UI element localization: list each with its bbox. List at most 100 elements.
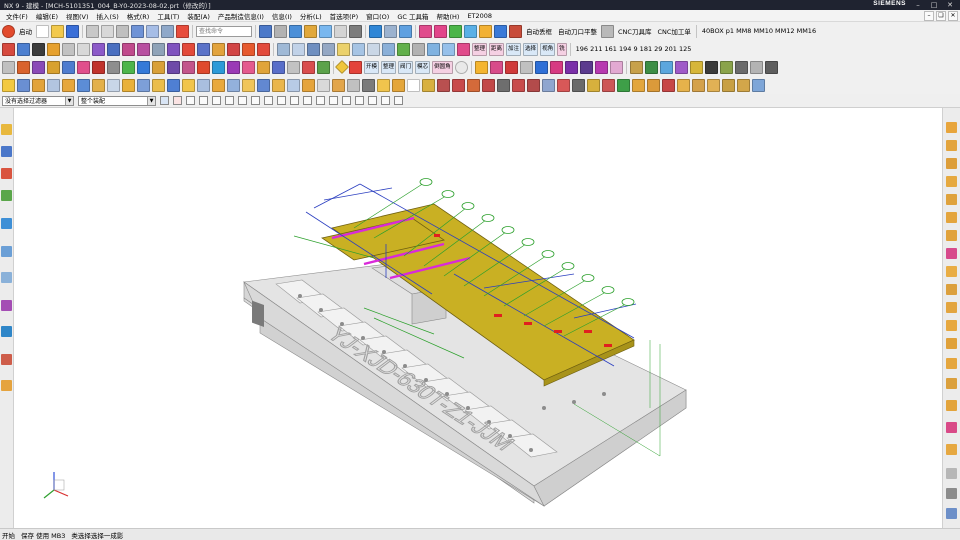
view-cube-14-icon[interactable] <box>946 358 957 369</box>
curve-33-icon[interactable] <box>497 78 510 92</box>
curve-7-icon[interactable] <box>92 78 105 92</box>
palette-8-icon[interactable] <box>122 60 135 74</box>
curve-34-icon[interactable] <box>512 78 525 92</box>
curve-27-icon[interactable] <box>392 78 405 92</box>
balloon[interactable] <box>441 190 455 198</box>
palette-14-icon[interactable] <box>212 60 225 74</box>
selection-scope-dropdown[interactable]: 整个装配 ▼ <box>78 95 156 106</box>
tool-i-icon[interactable] <box>749 60 763 74</box>
tag-label-4-button[interactable]: 选择 <box>523 42 539 56</box>
mold-tool-3-icon[interactable] <box>449 24 462 38</box>
curve-29-icon[interactable] <box>437 78 450 92</box>
tag-label-1-button[interactable]: 整理 <box>472 42 488 56</box>
curve-31-icon[interactable] <box>467 78 480 92</box>
balloon[interactable] <box>601 286 615 294</box>
palette-13-icon[interactable] <box>197 60 210 74</box>
menu-item-et2008[interactable]: ET2008 <box>463 12 496 20</box>
menu-item-gc-toolkit[interactable]: GC 工具箱 <box>393 11 432 21</box>
pocket-icon[interactable] <box>32 42 45 56</box>
go-icon[interactable] <box>242 42 255 56</box>
history-icon[interactable] <box>1 272 12 283</box>
snap-point-icon[interactable] <box>355 96 364 105</box>
assembly-navigator-icon[interactable] <box>1 124 12 135</box>
palette-5-icon[interactable] <box>77 60 90 74</box>
view-cube-15-icon[interactable] <box>946 378 957 389</box>
reuse-library-icon[interactable] <box>1 190 12 201</box>
chinese-tool-6-icon[interactable] <box>197 42 210 56</box>
face-rule-icon[interactable] <box>199 96 208 105</box>
curve-39-icon[interactable] <box>587 78 600 92</box>
tag-3-label-1-button[interactable]: 开模 <box>364 60 380 74</box>
chinese-tool-8-icon[interactable] <box>227 42 240 56</box>
snap-endpoint-icon[interactable] <box>212 96 221 105</box>
snap-bound-icon[interactable] <box>329 96 338 105</box>
system-scenes-icon[interactable] <box>1 380 12 391</box>
gear-icon[interactable] <box>152 42 165 56</box>
snap-center-icon[interactable] <box>238 96 247 105</box>
curve-5-icon[interactable] <box>62 78 75 92</box>
chinese-tool-1-icon[interactable] <box>92 42 105 56</box>
display-icon[interactable] <box>319 24 332 38</box>
palette-20-icon[interactable] <box>302 60 315 74</box>
curve-8-icon[interactable] <box>107 78 120 92</box>
minimize-icon[interactable]: – <box>910 0 926 10</box>
chinese-tool-2-icon[interactable] <box>107 42 120 56</box>
selection-icon[interactable] <box>334 24 347 38</box>
text-tool-icon[interactable] <box>337 42 350 56</box>
curve-6-icon[interactable] <box>77 78 90 92</box>
curve-42-icon[interactable] <box>632 78 645 92</box>
tool-b-icon[interactable] <box>644 60 658 74</box>
view-iso-icon[interactable] <box>307 42 320 56</box>
menu-item-preferences[interactable]: 首选项(P) <box>326 11 363 21</box>
off-icon[interactable] <box>182 42 195 56</box>
text-a-icon[interactable] <box>407 78 420 92</box>
curve-1-icon[interactable] <box>2 78 15 92</box>
select-all-icon[interactable] <box>160 96 169 105</box>
curve-47-icon[interactable] <box>707 78 720 92</box>
snap-arc-icon[interactable] <box>381 96 390 105</box>
tag-3-label-2-button[interactable]: 整理 <box>381 60 397 74</box>
menu-item-tools[interactable]: 工具(T) <box>153 11 183 21</box>
balloon[interactable] <box>581 274 595 282</box>
snap-quadrant-icon[interactable] <box>264 96 273 105</box>
paste-icon[interactable] <box>116 24 129 38</box>
diamond-warning-icon[interactable] <box>334 59 350 75</box>
web-browser-icon[interactable] <box>1 246 12 257</box>
cnc-tool-library-button[interactable]: CNC刀具库 <box>616 26 653 36</box>
color-6-icon[interactable] <box>549 60 563 74</box>
palette-21-icon[interactable] <box>317 60 330 74</box>
color-1-icon[interactable] <box>474 60 488 74</box>
doc-close-icon[interactable]: ✕ <box>948 10 958 21</box>
curve-2-icon[interactable] <box>17 78 30 92</box>
view-cube-18-icon[interactable] <box>946 444 957 455</box>
curve-40-icon[interactable] <box>602 78 615 92</box>
menu-item-window[interactable]: 窗口(O) <box>362 11 393 21</box>
redo-icon[interactable] <box>146 24 159 38</box>
balloon[interactable] <box>419 178 433 186</box>
pad-icon[interactable] <box>62 42 75 56</box>
curve-14-icon[interactable] <box>197 78 210 92</box>
tag-3-label-3-button[interactable]: 阀门 <box>398 60 414 74</box>
snap-tangent-icon[interactable] <box>277 96 286 105</box>
curve-35-icon[interactable] <box>527 78 540 92</box>
curve-50-icon[interactable] <box>752 78 765 92</box>
undo-icon[interactable] <box>131 24 144 38</box>
color-9-icon[interactable] <box>594 60 608 74</box>
curve-20-icon[interactable] <box>287 78 300 92</box>
curve-11-icon[interactable] <box>152 78 165 92</box>
balloon[interactable] <box>541 250 555 258</box>
close-icon[interactable]: ✕ <box>942 0 958 10</box>
start-icon[interactable] <box>2 24 15 38</box>
curve-18-icon[interactable] <box>257 78 270 92</box>
clip-icon[interactable] <box>946 508 957 519</box>
drafting-icon[interactable] <box>442 42 455 56</box>
curve-44-icon[interactable] <box>662 78 675 92</box>
palette-3-icon[interactable] <box>47 60 60 74</box>
tool-g-icon[interactable] <box>719 60 733 74</box>
snap-control-icon[interactable] <box>342 96 351 105</box>
cylinder-icon[interactable] <box>17 42 30 56</box>
curve-49-icon[interactable] <box>737 78 750 92</box>
view-cube-12-icon[interactable] <box>946 320 957 331</box>
repeat-command-icon[interactable] <box>161 24 174 38</box>
orient-view-icon[interactable] <box>274 24 287 38</box>
